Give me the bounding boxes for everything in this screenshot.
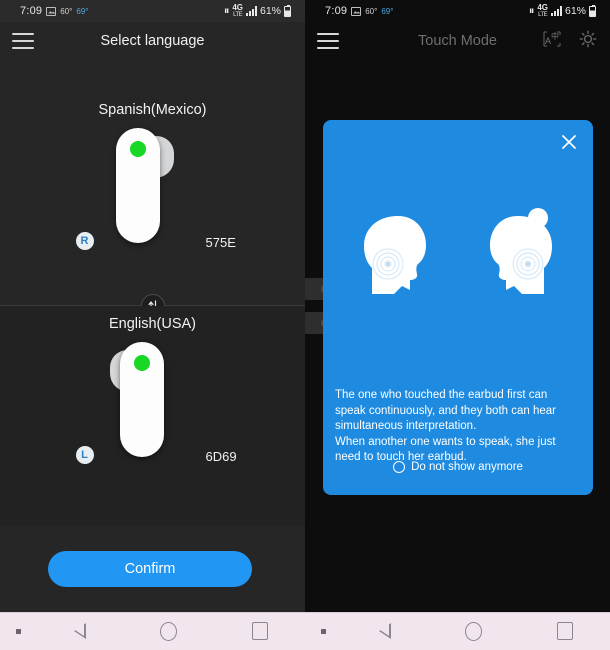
network-type-icon: 4G LTE <box>537 2 548 19</box>
hamburger-menu-icon[interactable] <box>12 33 34 49</box>
gear-settings-icon[interactable] <box>578 29 598 54</box>
language-name-bottom: English(USA) <box>108 316 197 332</box>
photo-icon <box>46 6 57 16</box>
network-subtype-label: LTE <box>538 12 548 19</box>
dialog-illustration <box>323 198 593 338</box>
status-bar-right-group: ⏸ 4G LTE 61% <box>223 2 297 19</box>
back-triangle-icon[interactable] <box>72 622 86 640</box>
recents-square-icon[interactable] <box>556 621 573 640</box>
radio-circle-icon <box>393 461 406 473</box>
earbud-body-icon <box>119 342 164 457</box>
network-type-icon: 4G LTE <box>232 2 243 19</box>
earbud-led-indicator <box>129 141 146 157</box>
earbud-serial-bottom: 6D69 <box>205 449 237 464</box>
dialog-body-text: The one who touched the earbud first can… <box>335 388 581 466</box>
status-bar-left-group: 7:09 60° 69° <box>8 5 88 17</box>
app-bar-actions: A 中 <box>542 29 598 54</box>
language-name-top: Spanish(Mexico) <box>98 102 207 118</box>
status-bar-left-group: 7:09 60° 69° <box>313 5 393 17</box>
earbud-graphic-left: L 6D69 <box>75 342 237 492</box>
battery-percent-label: 61% <box>259 5 281 17</box>
nav-items-left <box>0 621 305 641</box>
nav-dot-icon[interactable] <box>321 628 326 634</box>
hamburger-menu-icon[interactable] <box>317 33 339 49</box>
nav-bar-left <box>0 612 305 650</box>
status-bar-left: 7:09 60° 69° ⏸ 4G LTE 61% <box>0 0 305 22</box>
earbud-serial-top: 575E <box>205 235 236 250</box>
language-block-top[interactable]: Spanish(Mexico) R 575E <box>0 60 305 305</box>
close-x-icon[interactable] <box>559 132 579 152</box>
svg-text:中: 中 <box>551 31 559 41</box>
temperature-high: 69° <box>381 6 394 16</box>
temperature-low: 60° <box>365 6 378 16</box>
network-subtype-label: LTE <box>233 12 243 19</box>
network-type-label: 4G <box>232 2 243 12</box>
translate-language-icon[interactable]: A 中 <box>542 29 562 54</box>
status-time: 7:09 <box>325 5 348 17</box>
earbud-graphic-right: R 575E <box>75 128 236 278</box>
status-bar-right-group: ⏸ 4G LTE 61% <box>528 2 602 19</box>
head-male-soundwave-icon <box>364 216 426 294</box>
network-type-label: 4G <box>537 2 548 12</box>
language-block-bottom[interactable]: English(USA) L 6D69 <box>0 306 305 526</box>
photo-icon <box>351 6 362 16</box>
status-time: 7:09 <box>20 5 43 17</box>
nav-bar-divider <box>305 612 610 613</box>
dialog-body-line-1: The one who touched the earbud first can… <box>335 389 556 432</box>
recents-square-icon[interactable] <box>251 621 268 640</box>
app-bar-right: Touch Mode A 中 <box>305 22 610 60</box>
head-female-soundwave-icon <box>490 208 552 294</box>
left-phone-screen: 7:09 60° 69° ⏸ 4G LTE 61% Select languag… <box>0 0 305 650</box>
touch-mode-info-dialog: The one who touched the earbud first can… <box>323 120 593 495</box>
vibrate-icon: ⏸ <box>528 4 535 17</box>
do-not-show-anymore-label: Do not show anymore <box>411 461 523 473</box>
nav-bar-divider <box>0 612 305 613</box>
battery-percent-label: 61% <box>564 5 586 17</box>
earbud-body-icon <box>115 128 160 243</box>
page-title: Select language <box>100 33 205 49</box>
do-not-show-anymore-checkbox[interactable]: Do not show anymore <box>323 461 593 473</box>
signal-bars-icon <box>550 6 562 16</box>
nav-dot-icon[interactable] <box>16 628 21 634</box>
nav-items-right <box>305 621 610 641</box>
status-bar-right: 7:09 60° 69° ⏸ 4G LTE 61% <box>305 0 610 22</box>
vibrate-icon: ⏸ <box>223 4 230 17</box>
battery-icon <box>589 4 596 17</box>
earbud-side-badge-right: R <box>75 232 94 250</box>
confirm-button[interactable]: Confirm <box>48 551 252 587</box>
battery-icon <box>284 4 291 17</box>
temperature-low: 60° <box>60 6 73 16</box>
nav-bar-right <box>305 612 610 650</box>
signal-bars-icon <box>245 6 257 16</box>
home-circle-icon[interactable] <box>159 621 177 641</box>
earbud-side-badge-left: L <box>75 446 94 464</box>
back-triangle-icon[interactable] <box>377 622 391 640</box>
dual-screenshot-container: 7:09 60° 69° ⏸ 4G LTE 61% Select languag… <box>0 0 610 650</box>
app-bar-left: Select language <box>0 22 305 60</box>
temperature-high: 69° <box>76 6 89 16</box>
home-circle-icon[interactable] <box>464 621 482 641</box>
right-phone-screen: 7:09 60° 69° ⏸ 4G LTE 61% Touch Mode A 中… <box>305 0 610 650</box>
earbud-led-indicator <box>133 355 150 371</box>
